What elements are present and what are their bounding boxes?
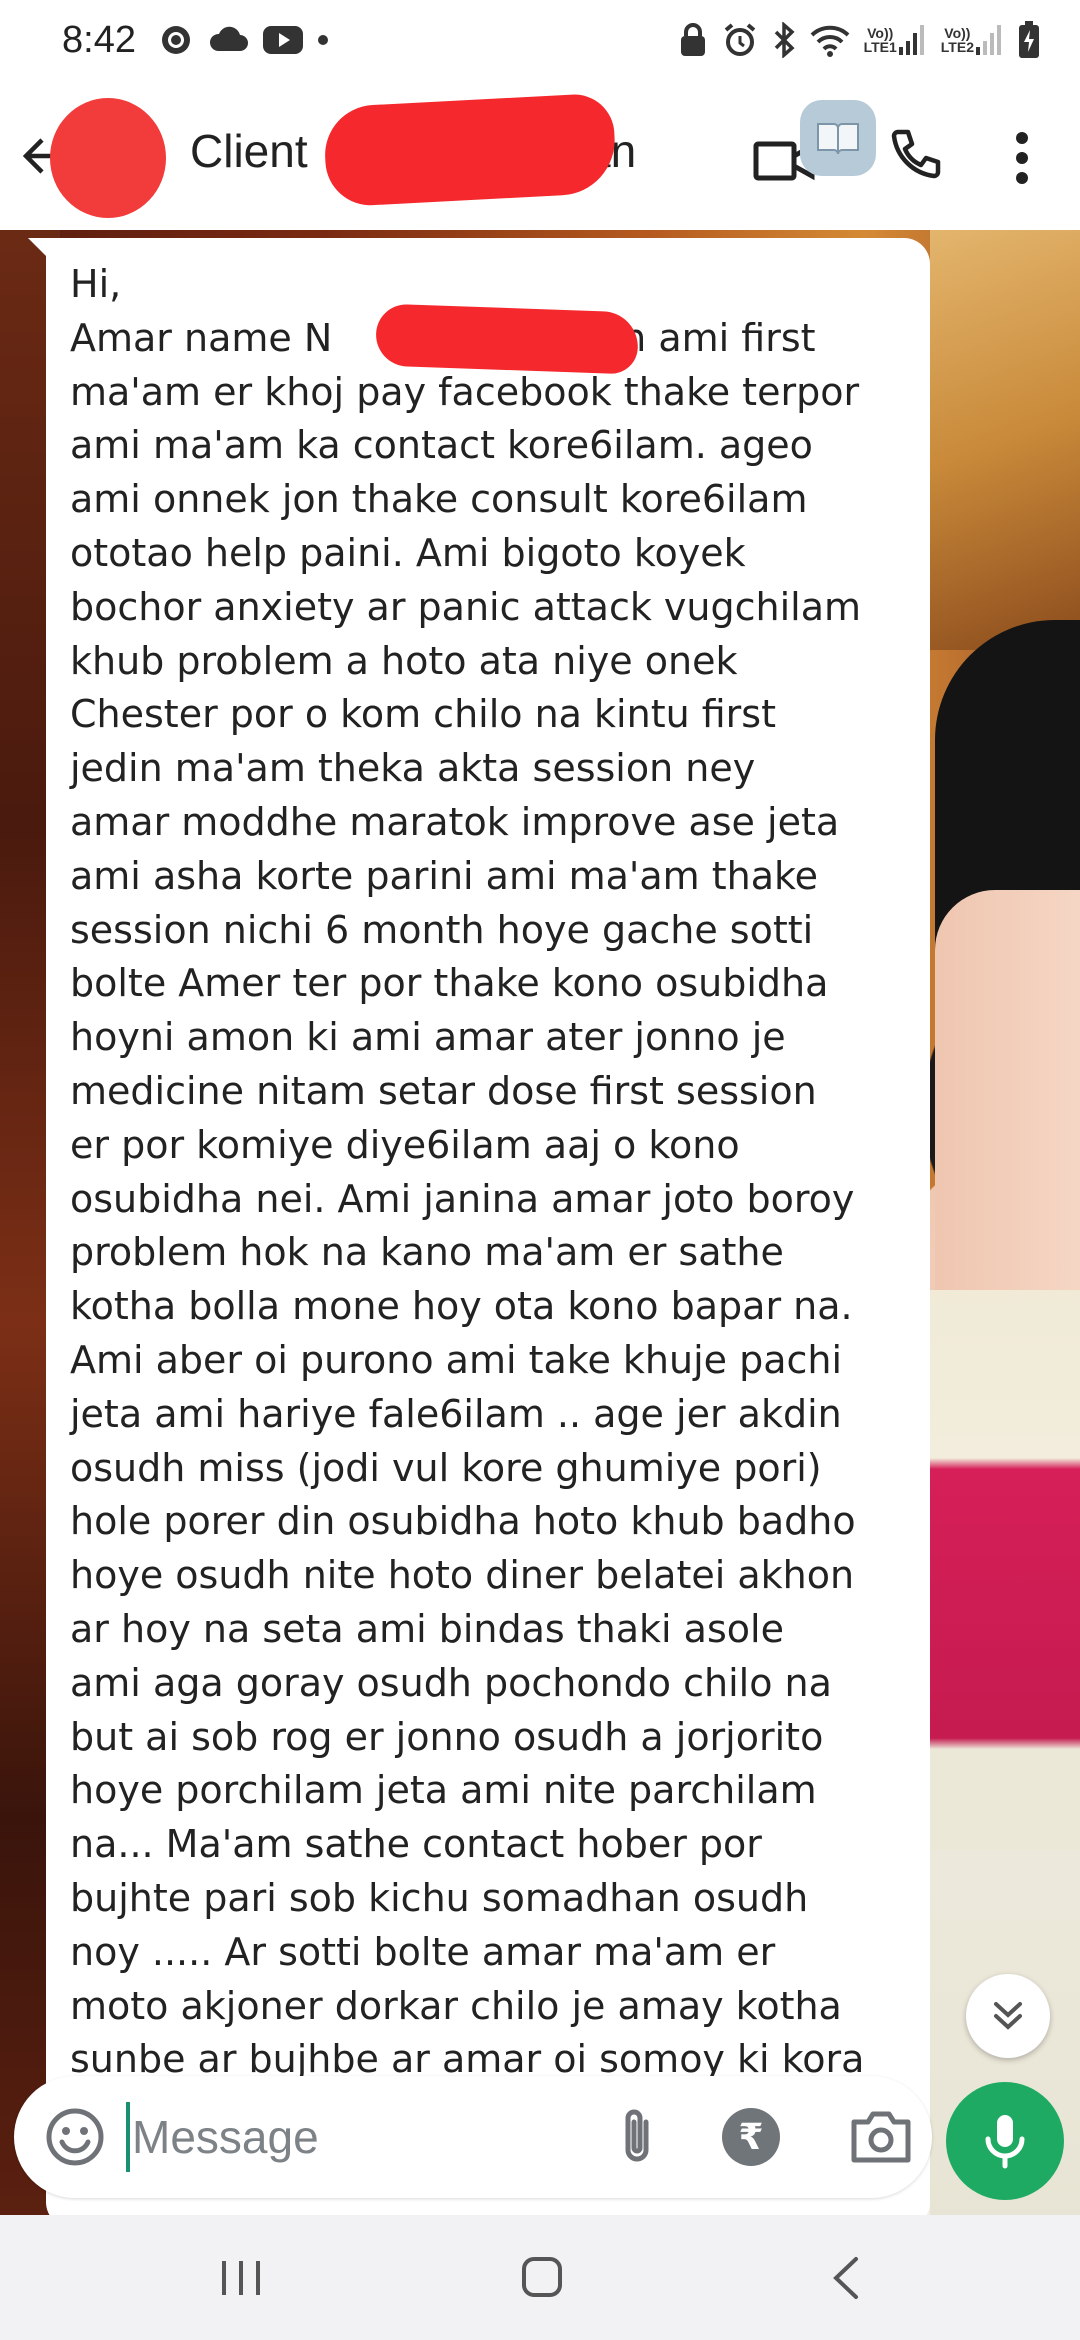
youtube-icon (262, 24, 304, 56)
more-notifications-dot (317, 35, 328, 45)
camera-icon (851, 2111, 911, 2163)
camera-button[interactable] (848, 2106, 914, 2168)
alarm-icon (722, 22, 758, 58)
more-vertical-icon (1016, 172, 1028, 184)
sim2-lte-label: LTE2 (940, 39, 974, 55)
scroll-to-bottom-button[interactable] (966, 1974, 1050, 2058)
attach-button[interactable] (604, 2104, 670, 2170)
chevron-left-icon (833, 2257, 858, 2299)
voice-call-button[interactable] (884, 126, 944, 186)
sim2-volte-label: Vo)) (944, 25, 971, 41)
text-cursor (126, 2102, 130, 2172)
sim1-lte-label: LTE1 (863, 39, 897, 55)
home-button[interactable] (520, 2255, 564, 2299)
avatar[interactable] (50, 98, 166, 218)
emoji-icon (46, 2108, 104, 2166)
book-icon (817, 123, 859, 155)
message-text[interactable]: Hi, Amar name N n ami first ma'am er kho… (70, 258, 908, 2087)
message-input[interactable] (132, 2098, 572, 2176)
phone-icon (891, 129, 941, 179)
message-composer: ₹ (14, 2076, 932, 2198)
more-vertical-icon (1016, 132, 1028, 144)
home-icon (522, 2257, 562, 2297)
redaction-mark (322, 92, 618, 208)
battery-charging-icon (1018, 21, 1040, 59)
wifi-icon (810, 23, 850, 57)
cloud-icon (208, 25, 248, 55)
circle-notification-icon (158, 22, 194, 58)
voice-message-button[interactable] (946, 2082, 1064, 2200)
emoji-button[interactable] (42, 2104, 108, 2170)
paperclip-icon (625, 2109, 649, 2162)
microphone-icon (985, 2115, 1025, 2169)
status-bar: 8:42 Vo)) LTE1 Vo)) LTE2 (0, 0, 1080, 80)
wallpaper-background (930, 230, 1080, 650)
wallpaper-portrait-saree (930, 1290, 1080, 1850)
incoming-message-bubble[interactable]: Hi, Amar name N n ami first ma'am er kho… (46, 238, 930, 2215)
lock-icon (678, 22, 708, 58)
notification-icons (158, 22, 328, 58)
double-chevron-down-icon (994, 2002, 1022, 2030)
more-options-button[interactable] (1004, 126, 1040, 190)
sim1-network: Vo)) LTE1 (864, 23, 927, 57)
system-navigation-bar (0, 2215, 1080, 2340)
more-vertical-icon (1016, 152, 1028, 164)
recent-apps-icon (222, 2261, 260, 2295)
rupee-icon: ₹ (738, 2116, 764, 2157)
chat-header: Client an (0, 80, 1080, 230)
sim1-volte-label: Vo)) (867, 25, 894, 41)
status-time: 8:42 (62, 18, 136, 61)
signal-icon (898, 25, 924, 55)
redaction-mark (374, 303, 640, 375)
nav-back-button[interactable] (828, 2255, 864, 2301)
floating-book-bubble[interactable] (800, 100, 876, 176)
bluetooth-icon (772, 22, 796, 58)
system-icons: Vo)) LTE1 Vo)) LTE2 (678, 21, 1040, 59)
contact-name[interactable]: Client (190, 124, 308, 178)
payment-button[interactable]: ₹ (722, 2108, 780, 2166)
recent-apps-button[interactable] (218, 2257, 264, 2299)
sim2-network: Vo)) LTE2 (941, 23, 1004, 57)
chat-area[interactable]: Hi, Amar name N n ami first ma'am er kho… (0, 230, 1080, 2215)
signal-icon (976, 25, 1001, 55)
